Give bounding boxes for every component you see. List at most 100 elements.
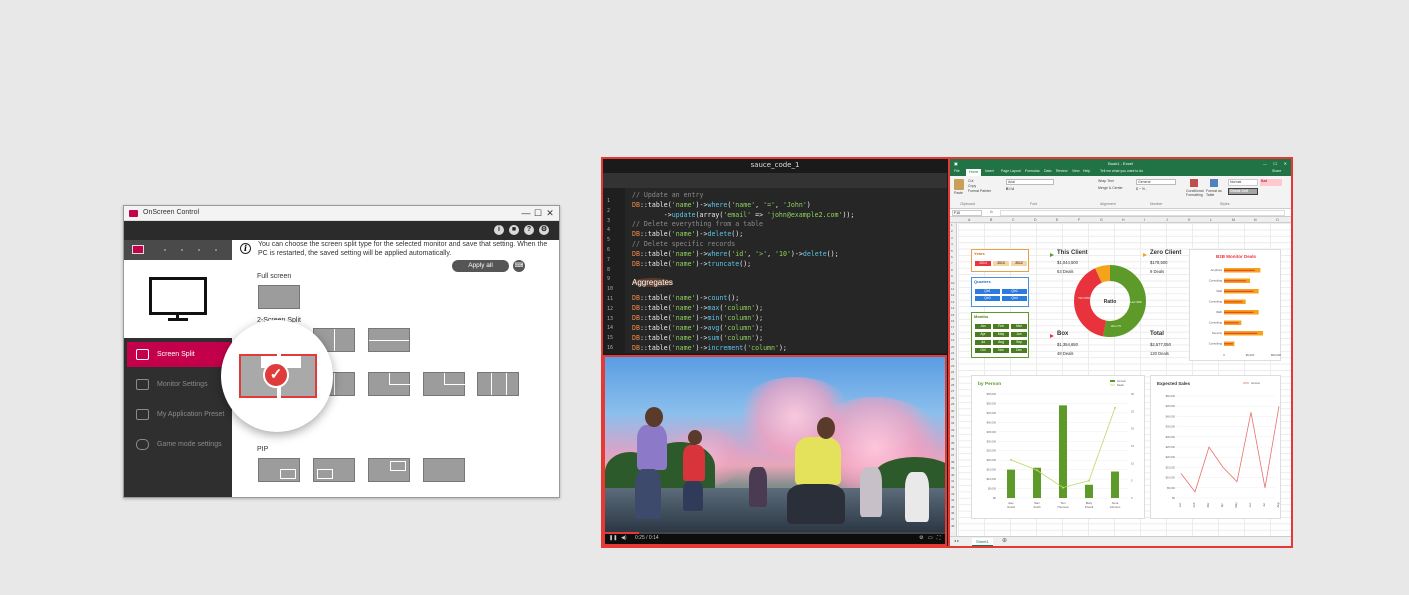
style-normal[interactable]: Normal [1228,179,1258,186]
row-header[interactable]: 12 [951,293,954,297]
row-header[interactable]: 10 [951,281,954,285]
fullscreen-icon[interactable]: ⛶ [937,532,941,544]
slicer-item[interactable]: Dec [1011,348,1027,353]
tab-home[interactable]: Home [966,169,982,176]
row-header[interactable]: 37 [951,453,954,457]
bold-italic-underline[interactable]: B I U [1006,187,1014,191]
add-sheet-icon[interactable]: ⊕ [1002,537,1007,544]
close-button[interactable]: ✕ [1284,159,1287,168]
paste-icon[interactable] [954,179,964,190]
tab-review[interactable]: Review [1056,169,1067,173]
row-header[interactable]: 4 [951,242,953,246]
slicer-item[interactable]: 2013 [993,261,1009,266]
tab-formulas[interactable]: Formulas [1025,169,1040,173]
slicer-item[interactable]: Jan [975,324,991,329]
slicer-item[interactable]: Jun [1011,332,1027,337]
row-header[interactable]: 23 [951,364,954,368]
layout-pip-top-right[interactable] [368,458,410,482]
merge-center-button[interactable]: Merge & Center [1098,186,1123,190]
number-format-select[interactable]: General [1136,179,1176,185]
row-header[interactable]: 22 [951,357,954,361]
row-header[interactable]: 38 [951,460,954,464]
font-name-select[interactable]: Arial [1006,179,1054,185]
row-header[interactable]: 28 [951,396,954,400]
formula-input[interactable] [1000,210,1285,216]
number-format-buttons[interactable]: $ ~ % , [1136,187,1147,191]
row-header[interactable]: 43 [951,492,954,496]
layout-3-split-b[interactable] [368,372,410,396]
sheet-nav-arrows[interactable]: ◂ ▸ [954,538,959,543]
help-icon[interactable]: ? [524,225,534,235]
slicer-item[interactable]: Oct [975,348,991,353]
row-header[interactable]: 18 [951,332,954,336]
row-header[interactable]: 7 [951,261,953,265]
layout-pip-bottom-right[interactable] [258,458,300,482]
copy-button[interactable]: Copy [968,184,976,188]
row-header[interactable]: 40 [951,473,954,477]
row-header[interactable]: 46 [951,511,954,515]
slicer-item[interactable]: Mar [1011,324,1027,329]
row-header[interactable]: 42 [951,485,954,489]
row-header[interactable]: 6 [951,255,953,259]
style-bad[interactable]: Bad [1260,179,1282,186]
close-button[interactable]: ✕ [544,207,556,219]
video-player[interactable]: ❚❚ ◀) 0:25 / 0:14 ⚙ ▭ ⛶ [603,355,947,546]
layout-3-split-c[interactable] [423,372,465,396]
layout-split-horizontal[interactable] [368,328,410,352]
save-icon[interactable]: ▣ [954,159,958,168]
format-as-table-icon[interactable] [1210,179,1218,187]
slicer-item[interactable]: Jul [975,340,991,345]
sidebar-item-game-mode[interactable]: Game mode settings [127,432,232,457]
row-header[interactable]: 16 [951,319,954,323]
maximize-button[interactable]: ☐ [532,207,544,219]
row-header[interactable]: 31 [951,415,954,419]
volume-icon[interactable]: ◀) [621,532,627,544]
tab-help[interactable]: Help [1083,169,1090,173]
row-header[interactable]: 39 [951,466,954,470]
slicer-item[interactable]: Qtr1 [975,289,1000,294]
tab-insert[interactable]: Insert [985,169,994,173]
row-header[interactable]: 33 [951,428,954,432]
row-header[interactable]: 1 [951,223,953,227]
row-header[interactable]: 19 [951,338,954,342]
sidebar-item-screen-split[interactable]: Screen Split [127,342,232,367]
row-header[interactable]: 17 [951,325,954,329]
sidebar-item-monitor-settings[interactable]: Monitor Settings [127,372,232,397]
theater-icon[interactable]: ▭ [928,532,933,544]
slicer-item[interactable]: Feb [993,324,1009,329]
conditional-formatting-icon[interactable] [1190,179,1198,187]
row-header[interactable]: 48 [951,524,954,528]
slicer-item[interactable]: 2012 [1011,261,1027,266]
tab-page-layout[interactable]: Page Layout [1001,169,1021,173]
cut-button[interactable]: Cut [968,179,973,183]
slicer-item[interactable]: Qtr2 [1002,289,1027,294]
code-body[interactable]: // Update an entry DB::table('name')->whe… [632,188,947,353]
slicer-item[interactable]: Aug [993,340,1009,345]
style-check-cell[interactable]: Check Cell [1228,188,1258,195]
layout-pip-bottom-left[interactable] [313,458,355,482]
sheet-tab[interactable]: Sheet1 [972,538,993,546]
row-header[interactable]: 13 [951,300,954,304]
row-header[interactable]: 2 [951,229,953,233]
slicer-item[interactable]: Sep [1011,340,1027,345]
row-header[interactable]: 11 [951,287,954,291]
row-header[interactable]: 45 [951,505,954,509]
layout-full-screen[interactable] [258,285,300,309]
row-header[interactable]: 9 [951,274,953,278]
monitor-selector[interactable] [124,240,232,260]
row-header[interactable]: 44 [951,498,954,502]
pause-icon[interactable]: ❚❚ [609,532,617,544]
row-header[interactable]: 29 [951,402,954,406]
format-painter-button[interactable]: Format Painter [968,189,991,193]
row-header[interactable]: 14 [951,306,954,310]
sidebar-item-application-preset[interactable]: My Application Preset [127,402,232,427]
keyboard-icon[interactable]: ⌨ [513,260,525,272]
name-box[interactable]: F10 [952,210,982,216]
slicer-item[interactable]: Apr [975,332,991,337]
slicer-item[interactable]: 2014 [975,261,991,266]
maximize-button[interactable]: ☐ [1273,159,1277,168]
wrap-text-button[interactable]: Wrap Text [1098,179,1114,183]
layout-3-split-d[interactable] [477,372,519,396]
row-header[interactable]: 27 [951,389,954,393]
row-header[interactable]: 41 [951,479,954,483]
